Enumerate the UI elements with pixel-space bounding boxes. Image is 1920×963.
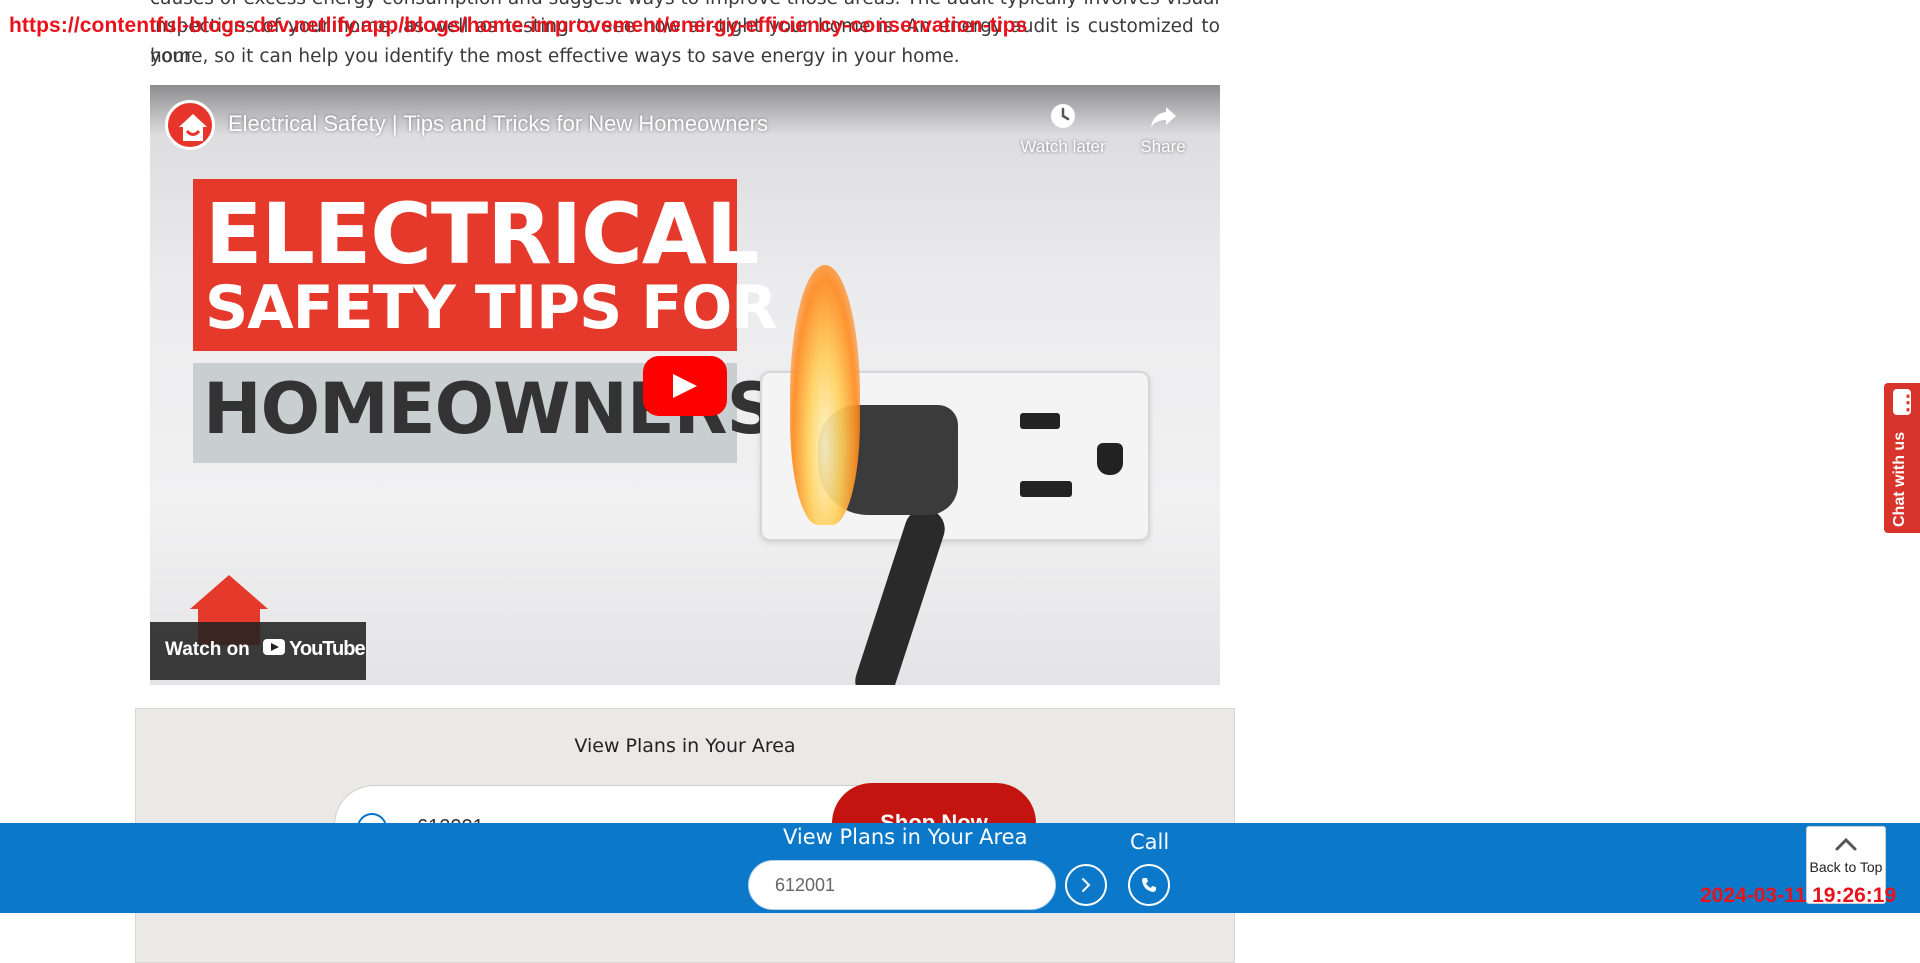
call-label: Call: [1130, 830, 1170, 854]
play-button[interactable]: [643, 356, 727, 416]
chat-tab-label: Chat with us: [1891, 431, 1908, 527]
house-logo-icon: [179, 114, 207, 141]
outlet-ground-slot: [1097, 443, 1123, 475]
watch-later-button[interactable]: Watch later: [1013, 101, 1113, 157]
chat-with-us-tab[interactable]: Chat with us: [1884, 383, 1920, 533]
thumbnail-title-line2: SAFETY TIPS FOR: [205, 273, 777, 343]
debug-url-overlay: https://contentful-blogs-dev.netlify.app…: [9, 14, 1028, 37]
chevron-up-icon: [1835, 837, 1857, 851]
zip-submit-button[interactable]: [1065, 864, 1107, 906]
share-button[interactable]: Share: [1113, 101, 1213, 157]
play-icon: [673, 374, 697, 398]
outlet-slot: [1020, 413, 1060, 429]
flame-image: [790, 265, 860, 525]
youtube-play-icon: [263, 639, 285, 655]
watch-on-youtube-button[interactable]: Watch on YouTube: [150, 622, 366, 680]
share-label: Share: [1140, 137, 1186, 156]
youtube-wordmark: YouTube: [289, 638, 366, 660]
clock-icon: [1051, 104, 1075, 128]
video-title-link[interactable]: Electrical Safety | Tips and Tricks for …: [228, 111, 768, 137]
view-plans-title: View Plans in Your Area: [574, 735, 796, 757]
chat-bubble-icon: [1893, 389, 1918, 415]
phone-icon: [1142, 878, 1156, 892]
watch-on-label: Watch on: [165, 639, 250, 660]
share-arrow-icon: [1151, 107, 1176, 127]
thumbnail-title-line1: ELECTRICAL: [205, 185, 759, 283]
page: causes of excess energy consumption and …: [0, 0, 1920, 963]
sticky-bottom-bar: View Plans in Your Area Call: [0, 823, 1920, 913]
chevron-right-icon: [1082, 878, 1091, 892]
sticky-zip-input[interactable]: [748, 860, 1056, 910]
article-paragraph-line: home, so it can help you identify the mo…: [150, 46, 960, 67]
timestamp-overlay: 2024-03-11 19:26:19: [1700, 884, 1897, 907]
watch-later-label: Watch later: [1020, 137, 1106, 156]
back-to-top-label: Back to Top: [1809, 859, 1883, 875]
channel-avatar[interactable]: [165, 100, 215, 150]
youtube-embed[interactable]: ELECTRICAL SAFETY TIPS FOR HOMEOWNERS El…: [150, 85, 1220, 685]
outlet-slot: [1020, 481, 1072, 497]
sticky-bar-title: View Plans in Your Area: [783, 825, 1028, 849]
call-button[interactable]: [1128, 864, 1170, 906]
